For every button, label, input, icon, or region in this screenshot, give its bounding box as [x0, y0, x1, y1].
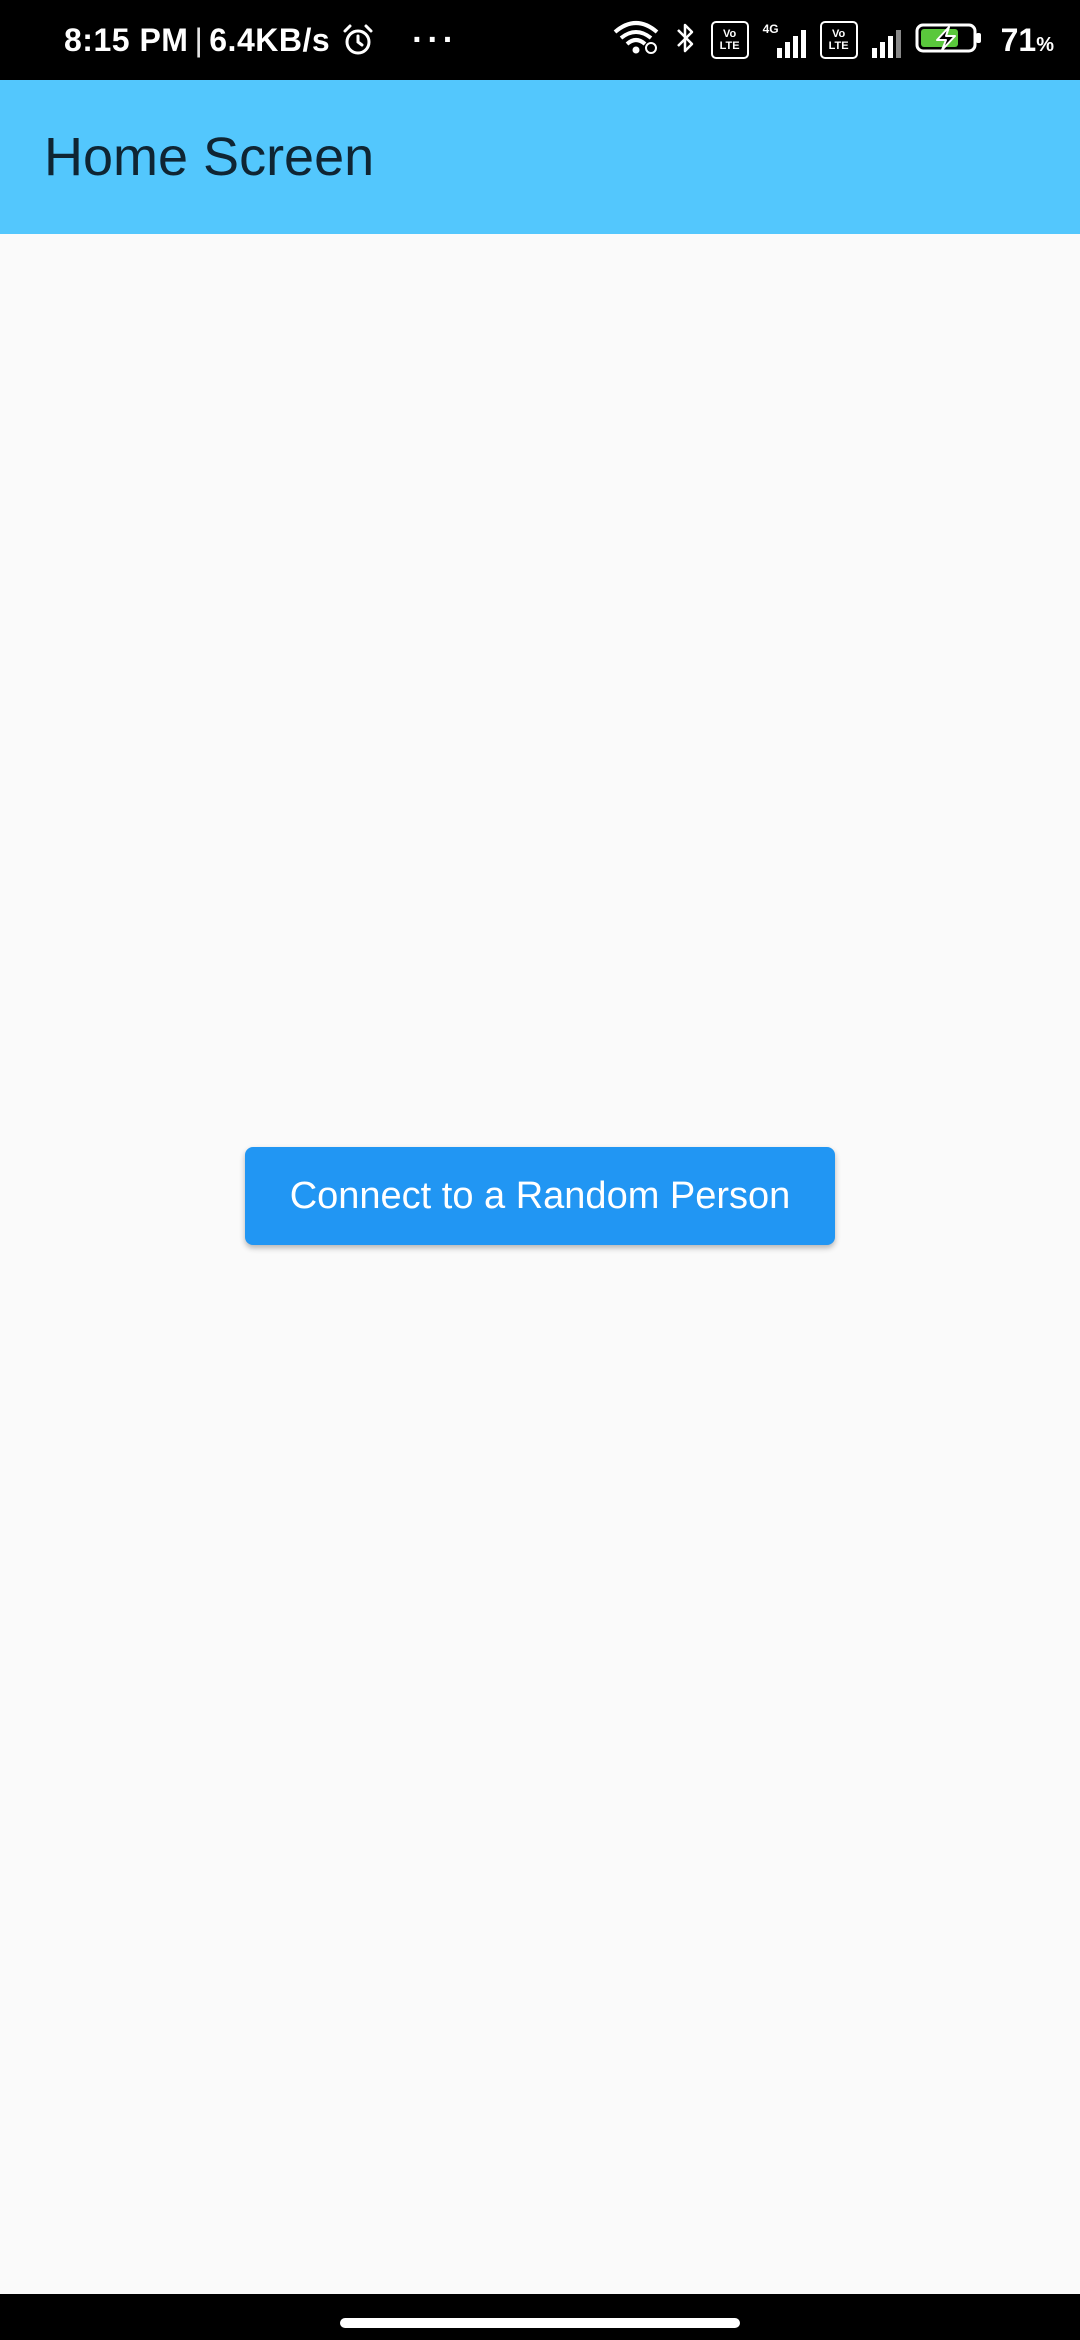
- signal-icon: [871, 22, 901, 58]
- volte-icon-sim2: Vo LTE: [819, 21, 858, 59]
- system-nav-bar: [0, 2294, 1080, 2340]
- connect-random-person-button[interactable]: Connect to a Random Person: [245, 1147, 835, 1245]
- status-bar: 8:15 PM | 6.4KB/s ··· Vo LTE 4G Vo LTE 7…: [0, 0, 1080, 80]
- network-type-label: 4G: [762, 22, 779, 36]
- app-bar: Home Screen: [0, 80, 1080, 234]
- alarm-clock-icon: [340, 22, 376, 58]
- wifi-icon: [611, 20, 661, 61]
- bluetooth-icon: [675, 20, 697, 61]
- status-left: 8:15 PM | 6.4KB/s ···: [64, 0, 458, 80]
- network-speed: 6.4KB/s: [209, 21, 331, 58]
- page-title: Home Screen: [44, 127, 375, 187]
- clock: 8:15 PM: [64, 21, 189, 58]
- more-notifications-icon: ···: [412, 20, 459, 59]
- home-indicator[interactable]: [340, 2318, 740, 2328]
- main-content: Connect to a Random Person: [0, 234, 1080, 2294]
- signal-4g-icon: 4G: [763, 22, 806, 58]
- status-right: Vo LTE 4G Vo LTE 71%: [611, 0, 1054, 80]
- volte-icon-sim1: Vo LTE: [710, 21, 749, 59]
- status-separator: |: [194, 21, 204, 58]
- battery-percent: 71%: [1000, 21, 1054, 58]
- battery-charging-icon: [915, 20, 983, 61]
